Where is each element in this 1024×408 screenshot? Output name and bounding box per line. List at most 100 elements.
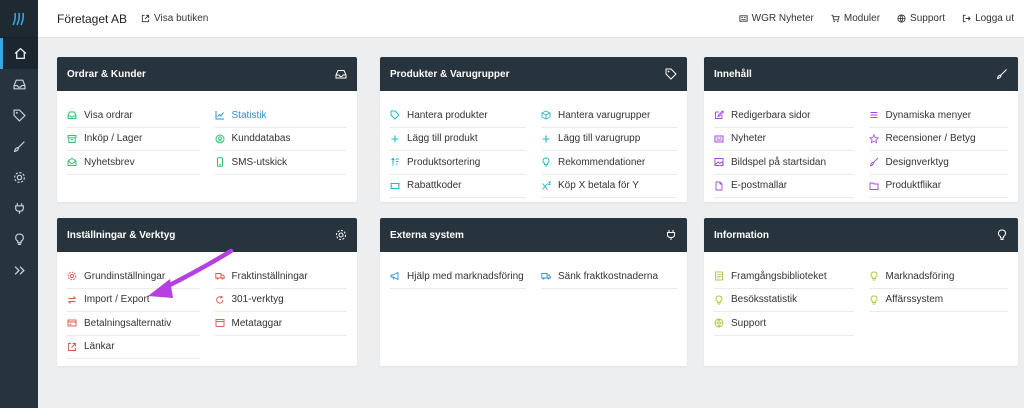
buy-x-pay-y-label: Köp X betala för Y bbox=[558, 180, 639, 192]
success-library-label: Framgångsbiblioteket bbox=[731, 270, 827, 282]
shipping-settings-link[interactable]: Fraktinställningar bbox=[214, 265, 347, 289]
brush-icon[interactable] bbox=[0, 131, 38, 162]
file-icon bbox=[715, 181, 723, 191]
chevrons-right-icon[interactable] bbox=[0, 255, 38, 286]
reviews-link[interactable]: Recensioner / Betyg bbox=[868, 128, 1008, 151]
recommendations-link[interactable]: Rekommendationer bbox=[541, 151, 677, 175]
envelope-open-icon bbox=[67, 157, 77, 167]
lightbulb-icon bbox=[997, 229, 1007, 240]
lightbulb-icon[interactable] bbox=[0, 224, 38, 255]
multiply-icon bbox=[542, 181, 551, 190]
customer-db-link[interactable]: Kunddatabas bbox=[214, 128, 347, 151]
meta-tags-link[interactable]: Metataggar bbox=[214, 312, 347, 336]
external-link-icon bbox=[141, 14, 150, 23]
home-icon[interactable] bbox=[0, 38, 38, 69]
logout-label: Logga ut bbox=[975, 13, 1014, 24]
basic-settings-label: Grundinställningar bbox=[84, 270, 166, 282]
folder-icon bbox=[869, 182, 878, 190]
reviews-label: Recensioner / Betyg bbox=[885, 133, 976, 145]
redo-icon bbox=[215, 295, 223, 304]
tag-icon[interactable] bbox=[0, 100, 38, 131]
manage-categories-label: Hantera varugrupper bbox=[558, 109, 651, 121]
marketing-link[interactable]: Marknadsföring bbox=[868, 265, 1008, 289]
editable-pages-label: Redigerbara sidor bbox=[731, 109, 811, 121]
sms-link[interactable]: SMS-utskick bbox=[214, 151, 347, 175]
add-product-link[interactable]: Lägg till produkt bbox=[390, 128, 526, 151]
modules-label: Moduler bbox=[843, 13, 881, 24]
view-orders-link[interactable]: Visa ordrar bbox=[67, 104, 200, 128]
wgr-news-link[interactable]: WGR Nyheter bbox=[739, 13, 814, 24]
logout-link[interactable]: Logga ut bbox=[962, 13, 1014, 24]
info-card: Information Framgångsbiblioteket Besökss… bbox=[704, 218, 1018, 366]
meta-tags-label: Metataggar bbox=[231, 317, 283, 329]
sidebar bbox=[0, 0, 38, 408]
company-name: Företaget AB bbox=[57, 11, 128, 26]
marketing-help-link[interactable]: Hjälp med marknadsföring bbox=[390, 265, 526, 289]
slideshow-link[interactable]: Bildspel på startsidan bbox=[714, 151, 854, 175]
cube-icon bbox=[541, 110, 551, 120]
gear-icon bbox=[336, 230, 346, 240]
truck-icon bbox=[541, 273, 551, 280]
dynamic-menus-link[interactable]: Dynamiska menyer bbox=[868, 104, 1008, 128]
buy-x-pay-y-link[interactable]: Köp X betala för Y bbox=[541, 175, 677, 198]
browser-window-icon bbox=[215, 319, 224, 328]
marketing-help-label: Hjälp med marknadsföring bbox=[407, 270, 524, 282]
statistics-label: Statistik bbox=[231, 109, 267, 121]
menu-icon bbox=[870, 112, 877, 119]
tag-icon bbox=[390, 110, 400, 120]
import-export-label: Import / Export bbox=[84, 294, 150, 306]
redirect-tool-link[interactable]: 301-verktyg bbox=[214, 289, 347, 312]
newspaper-icon bbox=[714, 135, 724, 143]
dynamic-menus-label: Dynamiska menyer bbox=[885, 109, 972, 121]
visit-store-label: Visa butiken bbox=[154, 13, 209, 24]
support-label: Support bbox=[910, 13, 946, 24]
modules-link[interactable]: Moduler bbox=[831, 13, 880, 24]
lightbulb-icon bbox=[870, 271, 877, 281]
payment-options-link[interactable]: Betalningsalternativ bbox=[67, 312, 200, 336]
plug-icon[interactable] bbox=[0, 193, 38, 224]
inbox-icon[interactable] bbox=[0, 69, 38, 100]
purchase-stock-label: Inköp / Lager bbox=[84, 133, 143, 145]
basic-settings-link[interactable]: Grundinställningar bbox=[67, 265, 200, 289]
design-tool-link[interactable]: Designverktyg bbox=[868, 151, 1008, 175]
visitor-stats-link[interactable]: Besöksstatistik bbox=[714, 289, 854, 312]
discount-codes-link[interactable]: Rabattkoder bbox=[390, 175, 526, 198]
manage-categories-link[interactable]: Hantera varugrupper bbox=[541, 104, 677, 128]
import-export-link[interactable]: Import / Export bbox=[67, 289, 200, 312]
business-systems-label: Affärssystem bbox=[885, 294, 944, 306]
newsletter-link[interactable]: Nyhetsbrev bbox=[67, 151, 200, 175]
links-label: Länkar bbox=[84, 341, 115, 353]
topbar: Företaget AB Visa butiken WGR Nyheter Mo… bbox=[38, 0, 1024, 38]
email-templates-label: E-postmallar bbox=[731, 180, 788, 192]
exchange-icon bbox=[68, 295, 76, 304]
success-library-link[interactable]: Framgångsbiblioteket bbox=[714, 265, 854, 289]
support-item-link[interactable]: Support bbox=[714, 312, 854, 336]
lightbulb-icon bbox=[715, 295, 723, 305]
recommendations-label: Rekommendationer bbox=[558, 156, 646, 168]
lower-shipping-link[interactable]: Sänk fraktkostnaderna bbox=[541, 265, 677, 289]
purchase-stock-link[interactable]: Inköp / Lager bbox=[67, 128, 200, 151]
links-link[interactable]: Länkar bbox=[67, 336, 200, 359]
product-sorting-link[interactable]: Produktsortering bbox=[390, 151, 526, 175]
business-systems-link[interactable]: Affärssystem bbox=[868, 289, 1008, 312]
external-card: Externa system Hjälp med marknadsföring … bbox=[380, 218, 687, 366]
sort-icon bbox=[391, 158, 399, 166]
product-tabs-link[interactable]: Produktflikar bbox=[868, 175, 1008, 198]
logo-icon[interactable] bbox=[0, 0, 38, 38]
marketing-label: Marknadsföring bbox=[885, 270, 955, 282]
visit-store-link[interactable]: Visa butiken bbox=[141, 13, 208, 24]
settings-card-title: Inställningar & Verktyg bbox=[67, 229, 176, 241]
news-link[interactable]: Nyheter bbox=[714, 128, 854, 151]
gear-icon[interactable] bbox=[0, 162, 38, 193]
editable-pages-link[interactable]: Redigerbara sidor bbox=[714, 104, 854, 128]
statistics-link[interactable]: Statistik bbox=[214, 104, 347, 128]
product-sorting-label: Produktsortering bbox=[407, 156, 481, 168]
logout-icon bbox=[962, 14, 971, 23]
add-category-link[interactable]: Lägg till varugrupp bbox=[541, 128, 677, 151]
external-link-icon bbox=[68, 342, 76, 351]
email-templates-link[interactable]: E-postmallar bbox=[714, 175, 854, 198]
payment-options-label: Betalningsalternativ bbox=[84, 317, 172, 329]
support-link[interactable]: Support bbox=[897, 13, 945, 24]
manage-products-link[interactable]: Hantera produkter bbox=[390, 104, 526, 128]
orders-card-title: Ordrar & Kunder bbox=[67, 68, 146, 80]
